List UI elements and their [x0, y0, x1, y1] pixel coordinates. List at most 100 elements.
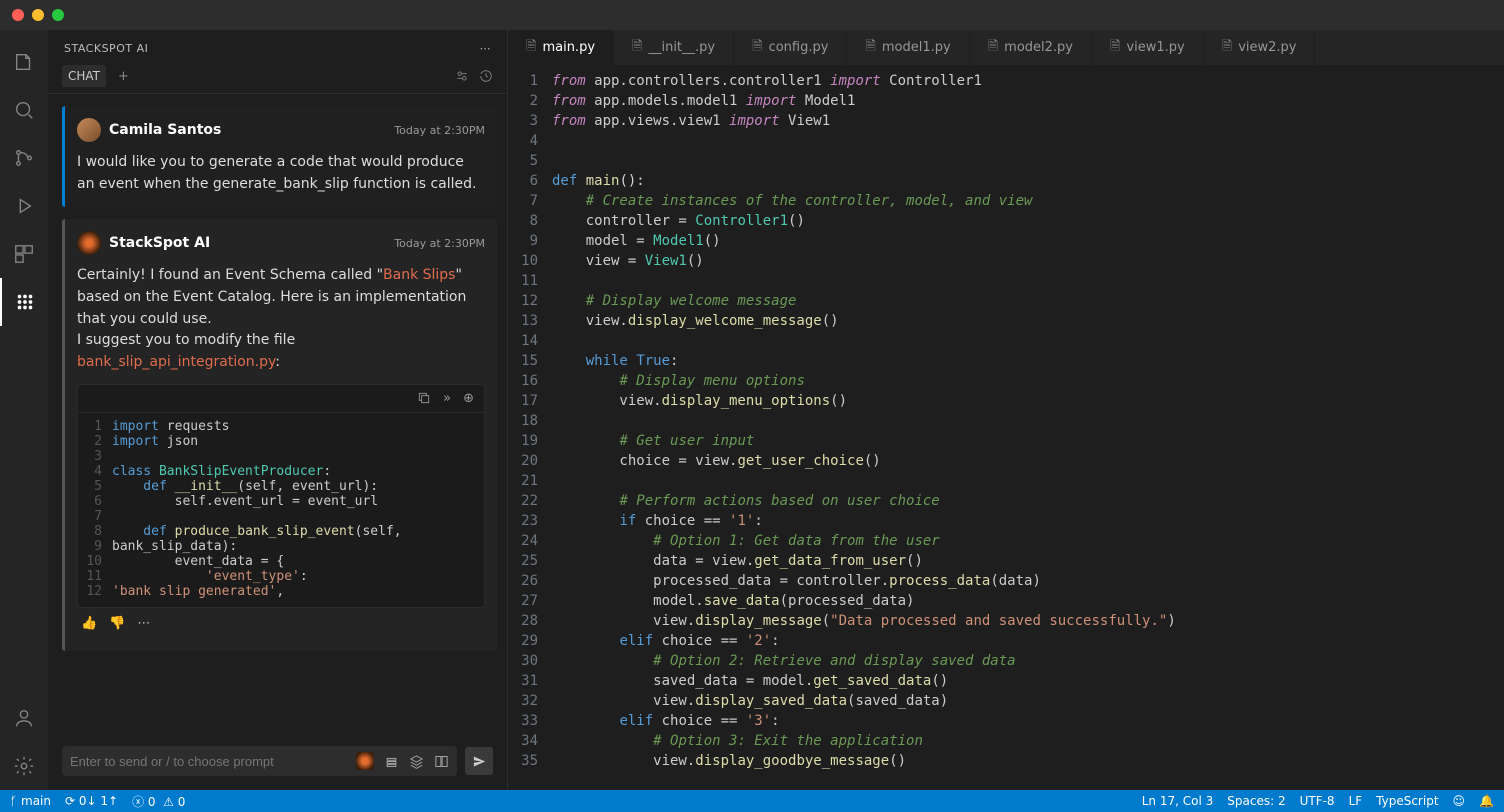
window-max-icon[interactable]	[52, 9, 64, 21]
status-bar: ᚶ main ⟳ 0↓ 1↑ ⓧ 0 ⚠ 0 Ln 17, Col 3 Spac…	[0, 790, 1504, 812]
more-icon[interactable]: ⋯	[137, 616, 150, 631]
editor-tab[interactable]: 🗎main.py	[508, 30, 614, 65]
feedback-icon[interactable]: ☺	[1453, 794, 1466, 808]
editor-tab[interactable]: 🗎view2.py	[1204, 30, 1316, 65]
chat-input-container	[62, 746, 457, 776]
layers-icon[interactable]	[409, 754, 424, 769]
snippet-line: 4class BankSlipEventProducer:	[78, 464, 484, 479]
file-icon: 🗎	[632, 37, 642, 59]
window-min-icon[interactable]	[32, 9, 44, 21]
snippet-line: 9bank_slip_data):	[78, 539, 484, 554]
gear-icon[interactable]	[0, 742, 48, 790]
snippet-line: 11 'event_type':	[78, 569, 484, 584]
msg-body: I would like you to generate a code that…	[77, 152, 485, 195]
notifications-icon[interactable]: 🔔	[1479, 794, 1494, 808]
code-line: 13 view.display_welcome_message()	[508, 311, 1504, 331]
snippet-line: 3	[78, 449, 484, 464]
history-icon[interactable]	[479, 69, 493, 83]
snippet-line: 10 event_data = {	[78, 554, 484, 569]
msg-body: Certainly! I found an Event Schema calle…	[77, 265, 485, 373]
editor-tab[interactable]: 🗎model1.py	[847, 30, 969, 65]
chat-input[interactable]	[70, 754, 356, 769]
split-icon[interactable]	[434, 754, 449, 769]
stackspot-icon[interactable]	[0, 278, 48, 326]
window-close-icon[interactable]	[12, 9, 24, 21]
code-line: 15 while True:	[508, 351, 1504, 371]
code-line: 20 choice = view.get_user_choice()	[508, 451, 1504, 471]
code-line: 32 view.display_saved_data(saved_data)	[508, 691, 1504, 711]
chat-message-user: Camila Santos Today at 2:30PM I would li…	[62, 106, 497, 207]
code-line: 34 # Option 3: Exit the application	[508, 731, 1504, 751]
eol[interactable]: LF	[1349, 794, 1363, 808]
file-icon: 🗎	[988, 37, 998, 59]
code-line: 33 elif choice == '3':	[508, 711, 1504, 731]
insert-icon[interactable]: »	[443, 391, 451, 406]
chat-message-ai: StackSpot AI Today at 2:30PM Certainly! …	[62, 219, 497, 650]
code-line: 4	[508, 131, 1504, 151]
more-icon[interactable]: ⋯	[480, 42, 492, 55]
context-icon[interactable]	[356, 752, 374, 770]
editor: 🗎main.py🗎__init__.py🗎config.py🗎model1.py…	[508, 30, 1504, 790]
thumbs-down-icon[interactable]: 👎	[109, 616, 125, 631]
account-icon[interactable]	[0, 694, 48, 742]
code-line: 10 view = View1()	[508, 251, 1504, 271]
editor-tab[interactable]: 🗎model2.py	[970, 30, 1092, 65]
code-line: 18	[508, 411, 1504, 431]
thumbs-up-icon[interactable]: 👍	[81, 616, 97, 631]
editor-tab[interactable]: 🗎config.py	[734, 30, 847, 65]
code-line: 24 # Option 1: Get data from the user	[508, 531, 1504, 551]
code-line: 31 saved_data = model.get_saved_data()	[508, 671, 1504, 691]
code-line: 27 model.save_data(processed_data)	[508, 591, 1504, 611]
copy-icon[interactable]	[417, 391, 431, 406]
file-icon: 🗎	[752, 37, 762, 59]
msg-time: Today at 2:30PM	[394, 124, 485, 137]
file-icon: 🗎	[1110, 37, 1120, 59]
code-line: 16 # Display menu options	[508, 371, 1504, 391]
code-area[interactable]: 1from app.controllers.controller1 import…	[508, 65, 1504, 790]
sync-indicator[interactable]: ⟳ 0↓ 1↑	[65, 794, 118, 808]
chat-settings-icon[interactable]	[455, 69, 469, 83]
encoding[interactable]: UTF-8	[1300, 794, 1335, 808]
avatar	[77, 118, 101, 142]
tab-chat[interactable]: CHAT	[62, 65, 106, 87]
file-icon: 🗎	[865, 37, 875, 59]
code-line: 35 view.display_goodbye_message()	[508, 751, 1504, 771]
msg-name: Camila Santos	[109, 122, 221, 138]
snippet-line: 8 def produce_bank_slip_event(self,	[78, 524, 484, 539]
code-line: 3from app.views.view1 import View1	[508, 111, 1504, 131]
chat-thread: Camila Santos Today at 2:30PM I would li…	[48, 94, 507, 738]
editor-tab[interactable]: 🗎__init__.py	[614, 30, 734, 65]
send-button[interactable]	[465, 747, 493, 775]
editor-tab[interactable]: 🗎view1.py	[1092, 30, 1204, 65]
add-icon[interactable]: ⊕	[463, 391, 474, 406]
language-mode[interactable]: TypeScript	[1376, 794, 1438, 808]
snippet-line: 7	[78, 509, 484, 524]
snippet-line: 5 def __init__(self, event_url):	[78, 479, 484, 494]
editor-tabbar: 🗎main.py🗎__init__.py🗎config.py🗎model1.py…	[508, 30, 1504, 65]
file-icon: 🗎	[526, 37, 536, 59]
code-line: 28 view.display_message("Data processed …	[508, 611, 1504, 631]
activity-bar	[0, 30, 48, 790]
code-line: 12 # Display welcome message	[508, 291, 1504, 311]
code-line: 8 controller = Controller1()	[508, 211, 1504, 231]
code-line: 11	[508, 271, 1504, 291]
code-snippet: » ⊕ 1import requests2import json34class …	[77, 384, 485, 608]
add-tab-icon[interactable]: +	[114, 67, 133, 86]
code-line: 30 # Option 2: Retrieve and display save…	[508, 651, 1504, 671]
snippet-line: 2import json	[78, 434, 484, 449]
snippet-line: 6 self.event_url = event_url	[78, 494, 484, 509]
cursor-position[interactable]: Ln 17, Col 3	[1142, 794, 1214, 808]
indent-setting[interactable]: Spaces: 2	[1227, 794, 1285, 808]
explorer-icon[interactable]	[0, 38, 48, 86]
extensions-icon[interactable]	[0, 230, 48, 278]
code-line: 1from app.controllers.controller1 import…	[508, 71, 1504, 91]
search-icon[interactable]	[0, 86, 48, 134]
debug-icon[interactable]	[0, 182, 48, 230]
code-line: 17 view.display_menu_options()	[508, 391, 1504, 411]
stack-icon[interactable]	[384, 754, 399, 769]
branch-indicator[interactable]: ᚶ main	[10, 794, 51, 808]
snippet-line: 1import requests	[78, 419, 484, 434]
code-line: 21	[508, 471, 1504, 491]
source-control-icon[interactable]	[0, 134, 48, 182]
problems-indicator[interactable]: ⓧ 0 ⚠ 0	[132, 793, 185, 810]
